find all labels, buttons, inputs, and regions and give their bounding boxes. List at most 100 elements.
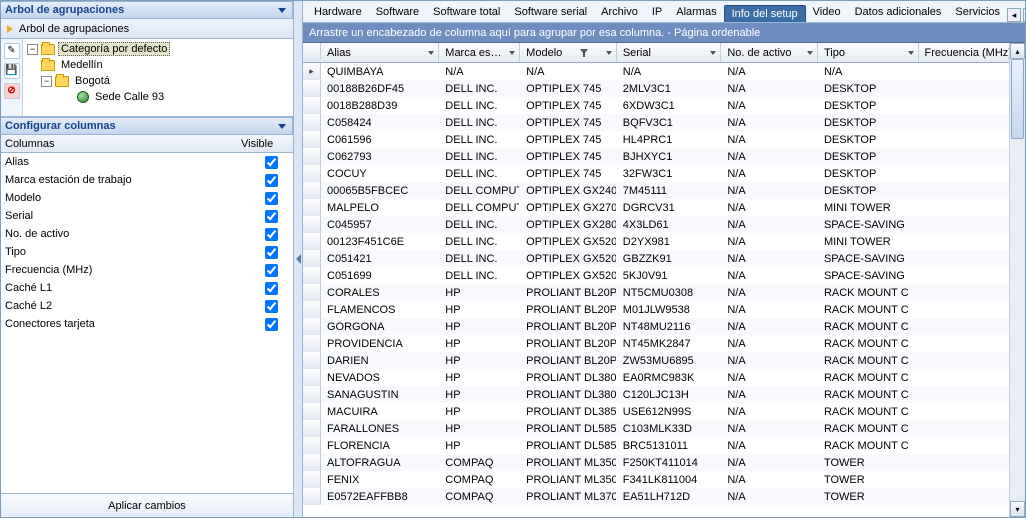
table-row[interactable]: FENIXCOMPAQPROLIANT ML350 GF341LK811004N… xyxy=(303,471,1025,488)
table-row[interactable]: C062793DELL INC.OPTIPLEX 745BJHXYC1N/ADE… xyxy=(303,148,1025,165)
tree-node-medellin[interactable]: Medellín xyxy=(27,57,293,73)
tab-archivo[interactable]: Archivo xyxy=(594,4,645,22)
vertical-scrollbar[interactable]: ▴ ▾ xyxy=(1009,43,1025,517)
tab-ip[interactable]: IP xyxy=(645,4,669,22)
scroll-down-button[interactable]: ▾ xyxy=(1010,501,1025,517)
column-visible-checkbox[interactable] xyxy=(265,228,278,241)
tree-node-sede[interactable]: Sede Calle 93 xyxy=(27,89,293,105)
row-handle[interactable] xyxy=(303,386,321,403)
row-handle[interactable] xyxy=(303,335,321,352)
tree-delete-button[interactable]: ⊘ xyxy=(4,83,20,99)
table-row[interactable]: DARIENHPPROLIANT BL20P GZW53MU6895N/ARAC… xyxy=(303,352,1025,369)
table-row[interactable]: C051699DELL INC.OPTIPLEX GX5205KJ0V91N/A… xyxy=(303,267,1025,284)
column-visible-checkbox[interactable] xyxy=(265,318,278,331)
table-row[interactable]: MALPELODELL COMPUTOPTIPLEX GX270DGRCV31N… xyxy=(303,199,1025,216)
group-by-bar[interactable]: Arrastre un encabezado de columna aquí p… xyxy=(303,23,1025,43)
row-handle[interactable] xyxy=(303,352,321,369)
row-handle[interactable] xyxy=(303,369,321,386)
col-header-activo[interactable]: No. de activo xyxy=(721,43,818,62)
expander-icon[interactable]: − xyxy=(27,44,38,55)
col-header-serial[interactable]: Serial xyxy=(617,43,722,62)
apply-changes-button[interactable]: Aplicar cambios xyxy=(96,498,198,514)
col-header-modelo[interactable]: Modelo xyxy=(520,43,617,62)
tree-save-button[interactable]: 💾 xyxy=(4,63,20,79)
scroll-track[interactable] xyxy=(1010,59,1025,501)
table-row[interactable]: QUIMBAYAN/AN/AN/AN/AN/A xyxy=(303,63,1025,80)
col-header-tipo[interactable]: Tipo xyxy=(818,43,919,62)
tab-servicios[interactable]: Servicios xyxy=(948,4,1007,22)
tab-scroll-right-button[interactable]: ▸ xyxy=(1023,8,1025,22)
tree-edit-button[interactable]: ✎ xyxy=(4,43,20,59)
col-header-alias[interactable]: Alias xyxy=(321,43,439,62)
row-handle[interactable] xyxy=(303,437,321,454)
row-handle[interactable] xyxy=(303,471,321,488)
row-handle[interactable] xyxy=(303,403,321,420)
row-handle[interactable] xyxy=(303,301,321,318)
row-handle[interactable] xyxy=(303,216,321,233)
table-row[interactable]: C045957DELL INC.OPTIPLEX GX2804X3LD61N/A… xyxy=(303,216,1025,233)
table-row[interactable]: 0018B288D39DELL INC.OPTIPLEX 7456XDW3C1N… xyxy=(303,97,1025,114)
scroll-thumb[interactable] xyxy=(1011,59,1024,139)
tab-datos-adicionales[interactable]: Datos adicionales xyxy=(848,4,949,22)
row-handle[interactable] xyxy=(303,114,321,131)
table-row[interactable]: COCUYDELL INC.OPTIPLEX 74532FW3C1N/ADESK… xyxy=(303,165,1025,182)
tab-software[interactable]: Software xyxy=(369,4,426,22)
table-row[interactable]: GORGONAHPPROLIANT BL20P GNT48MU2116N/ARA… xyxy=(303,318,1025,335)
table-row[interactable]: NEVADOSHPPROLIANT DL380 GEA0RMC983KN/ARA… xyxy=(303,369,1025,386)
row-handle[interactable] xyxy=(303,488,321,505)
configure-columns-header[interactable]: Configurar columnas xyxy=(1,117,293,135)
tree-node-root[interactable]: − Categoría por defecto xyxy=(27,41,293,57)
table-row[interactable]: CORALESHPPROLIANT BL20P GNT5CMU0308N/ARA… xyxy=(303,284,1025,301)
tab-hardware[interactable]: Hardware xyxy=(307,4,369,22)
row-handle[interactable] xyxy=(303,454,321,471)
row-handle[interactable] xyxy=(303,80,321,97)
table-row[interactable]: C051421DELL INC.OPTIPLEX GX520GBZZK91N/A… xyxy=(303,250,1025,267)
table-row[interactable]: 00065B5FBCECDELL COMPUTOPTIPLEX GX2407M4… xyxy=(303,182,1025,199)
tab-video[interactable]: Video xyxy=(806,4,848,22)
row-handle[interactable] xyxy=(303,148,321,165)
table-row[interactable]: 00188B26DF45DELL INC.OPTIPLEX 7452MLV3C1… xyxy=(303,80,1025,97)
column-visible-checkbox[interactable] xyxy=(265,264,278,277)
table-row[interactable]: MACUIRAHPPROLIANT DL385 GUSE612N99SN/ARA… xyxy=(303,403,1025,420)
row-handle[interactable] xyxy=(303,250,321,267)
row-handle[interactable] xyxy=(303,233,321,250)
column-visible-checkbox[interactable] xyxy=(265,282,278,295)
row-handle[interactable] xyxy=(303,199,321,216)
column-visible-checkbox[interactable] xyxy=(265,192,278,205)
row-handle[interactable] xyxy=(303,165,321,182)
column-visible-checkbox[interactable] xyxy=(265,210,278,223)
tab-info-del-setup[interactable]: Info del setup xyxy=(724,5,806,22)
row-handle[interactable] xyxy=(303,97,321,114)
tab-alarmas[interactable]: Alarmas xyxy=(669,4,723,22)
tab-scroll-left-button[interactable]: ◂ xyxy=(1007,8,1021,22)
table-row[interactable]: E0572EAFFBB8COMPAQPROLIANT ML370 GEA51LH… xyxy=(303,488,1025,505)
row-handle[interactable] xyxy=(303,131,321,148)
expander-icon[interactable]: − xyxy=(41,76,52,87)
tab-software-serial[interactable]: Software serial xyxy=(507,4,594,22)
scroll-up-button[interactable]: ▴ xyxy=(1010,43,1025,59)
vertical-splitter[interactable] xyxy=(293,1,303,517)
row-handle[interactable] xyxy=(303,63,321,80)
tree-node-bogota[interactable]: − Bogotá xyxy=(27,73,293,89)
table-row[interactable]: PROVIDENCIAHPPROLIANT BL20P GNT45MK2847N… xyxy=(303,335,1025,352)
column-visible-checkbox[interactable] xyxy=(265,300,278,313)
row-handle[interactable] xyxy=(303,420,321,437)
row-handle[interactable] xyxy=(303,267,321,284)
row-handle[interactable] xyxy=(303,284,321,301)
table-row[interactable]: FLORENCIAHPPROLIANT DL585 GBRC5131011N/A… xyxy=(303,437,1025,454)
table-row[interactable]: 00123F451C6EDELL INC.OPTIPLEX GX520D2YX9… xyxy=(303,233,1025,250)
table-row[interactable]: FARALLONESHPPROLIANT DL585 GC103MLK33DN/… xyxy=(303,420,1025,437)
table-row[interactable]: FLAMENCOSHPPROLIANT BL20P GM01JLW9538N/A… xyxy=(303,301,1025,318)
tab-software-total[interactable]: Software total xyxy=(426,4,507,22)
table-row[interactable]: SANAGUSTINHPPROLIANT DL380 GC120LJC13HN/… xyxy=(303,386,1025,403)
table-row[interactable]: C058424DELL INC.OPTIPLEX 745BQFV3C1N/ADE… xyxy=(303,114,1025,131)
column-visible-checkbox[interactable] xyxy=(265,246,278,259)
column-visible-checkbox[interactable] xyxy=(265,156,278,169)
row-handle[interactable] xyxy=(303,182,321,199)
table-row[interactable]: C061596DELL INC.OPTIPLEX 745HL4PRC1N/ADE… xyxy=(303,131,1025,148)
grouping-tree-header[interactable]: Arbol de agrupaciones xyxy=(1,1,293,19)
table-row[interactable]: ALTOFRAGUACOMPAQPROLIANT ML350 GF250KT41… xyxy=(303,454,1025,471)
row-handle[interactable] xyxy=(303,318,321,335)
column-visible-checkbox[interactable] xyxy=(265,174,278,187)
col-header-marca[interactable]: Marca es… xyxy=(439,43,520,62)
